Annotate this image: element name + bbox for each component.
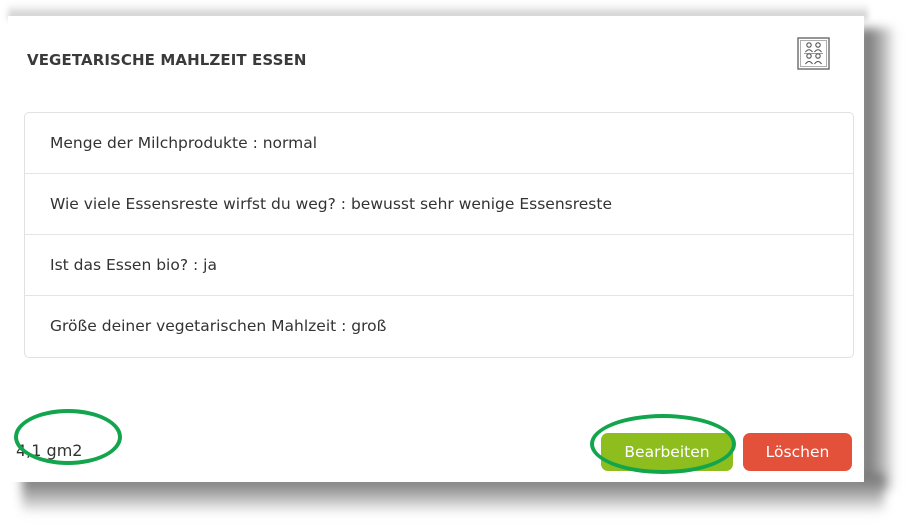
footprint-value: 4,1 gm2 xyxy=(16,441,83,460)
list-item: Wie viele Essensreste wirfst du weg? : b… xyxy=(25,174,853,235)
card-title: VEGETARISCHE MAHLZEIT ESSEN xyxy=(27,51,307,69)
group-people-icon xyxy=(797,37,830,70)
screenshot-stage: VEGETARISCHE MAHLZEIT ESSEN Menge der Mi… xyxy=(0,0,917,527)
answer-list: Menge der Milchprodukte : normal Wie vie… xyxy=(24,112,854,358)
list-item: Menge der Milchprodukte : normal xyxy=(25,113,853,174)
delete-button[interactable]: Löschen xyxy=(743,433,852,471)
list-item: Ist das Essen bio? : ja xyxy=(25,235,853,296)
activity-card: VEGETARISCHE MAHLZEIT ESSEN Menge der Mi… xyxy=(8,16,864,482)
list-item: Größe deiner vegetarischen Mahlzeit : gr… xyxy=(50,317,387,335)
edit-button[interactable]: Bearbeiten xyxy=(601,433,733,471)
